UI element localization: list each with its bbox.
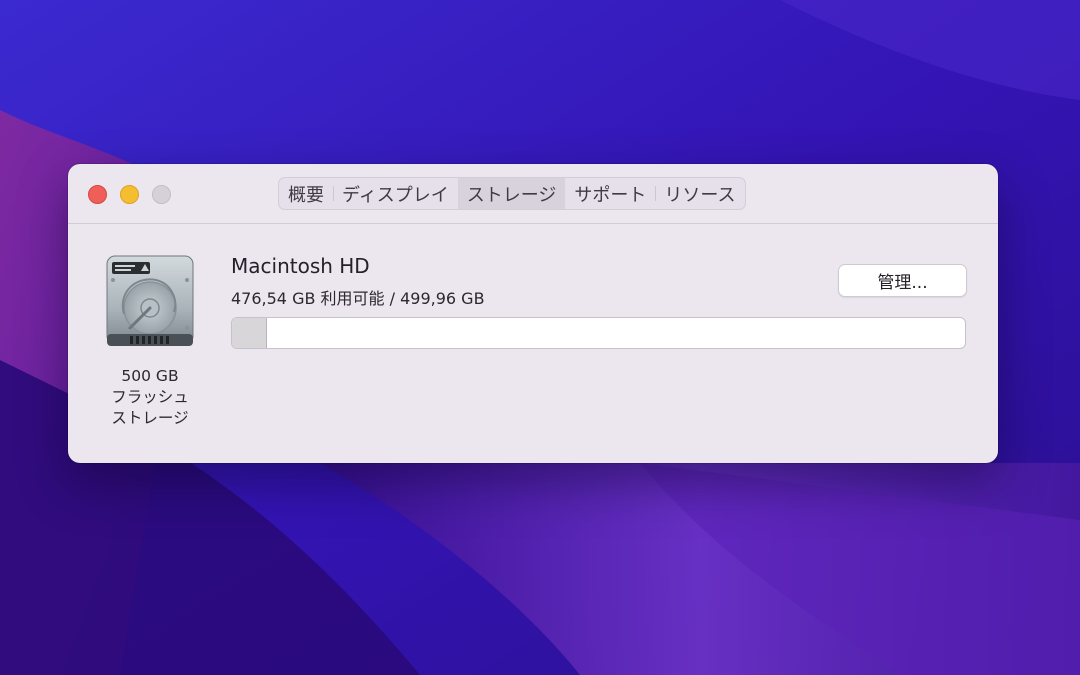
segmented-tab-bar: 概要 ディスプレイ ストレージ サポート リソース (278, 177, 746, 210)
tab-support[interactable]: サポート (565, 178, 655, 209)
volume-capacity-text: 476,54 GB 利用可能 / 499,96 GB (231, 289, 485, 308)
volume-name: Macintosh HD (231, 254, 370, 278)
tab-storage[interactable]: ストレージ (457, 178, 566, 209)
tab-resources[interactable]: リソース (655, 178, 744, 209)
zoom-window-button[interactable] (152, 185, 171, 204)
drive-type-line2: ストレージ (111, 409, 189, 427)
storage-window: 概要 ディスプレイ ストレージ サポート リソース 500 GB フラッシュ ス… (68, 164, 998, 463)
close-window-button[interactable] (88, 185, 107, 204)
tab-displays[interactable]: ディスプレイ (333, 178, 458, 209)
storage-usage-bar (231, 317, 966, 349)
window-titlebar: 概要 ディスプレイ ストレージ サポート リソース (68, 164, 998, 224)
manage-button[interactable]: 管理... (838, 264, 967, 297)
drive-capacity-label: 500 GB (121, 367, 179, 385)
storage-used-segment (232, 318, 268, 348)
minimize-window-button[interactable] (120, 185, 139, 204)
hard-drive-icon (104, 254, 196, 350)
drive-description: 500 GB フラッシュ ストレージ (90, 366, 210, 429)
tab-overview[interactable]: 概要 (279, 178, 333, 209)
storage-panel: 500 GB フラッシュ ストレージ Macintosh HD 476,54 G… (68, 224, 998, 463)
drive-type-line1: フラッシュ (111, 388, 189, 406)
